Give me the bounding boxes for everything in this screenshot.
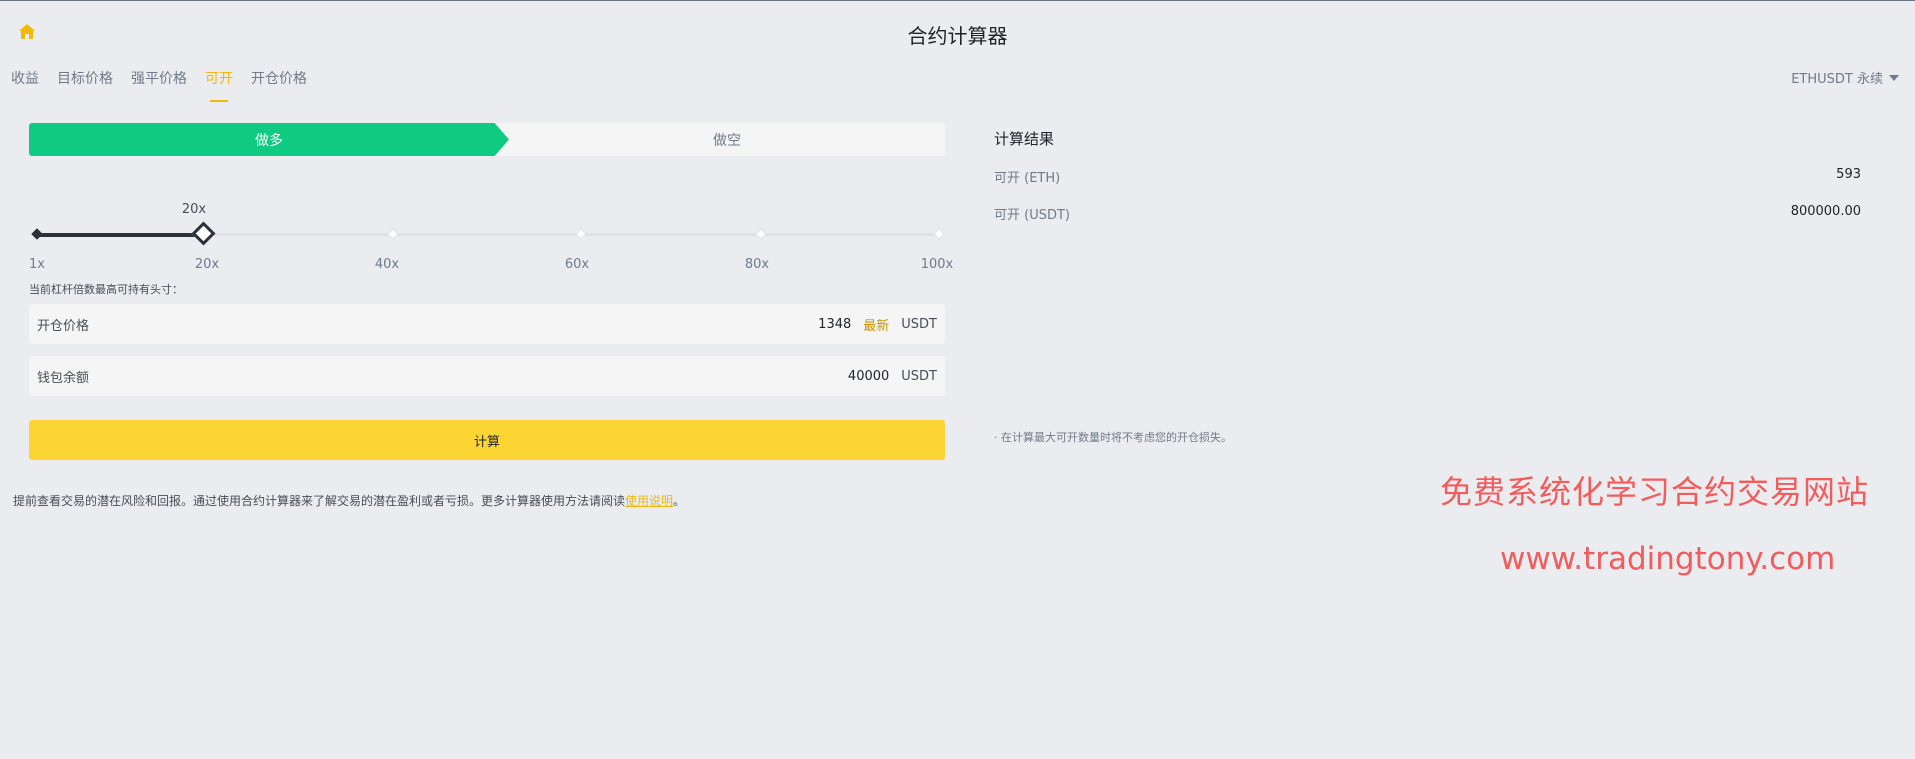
watermark-text: 免费系统化学习合约交易网站 (1440, 473, 1870, 511)
watermark-url: www.tradingtony.com (1500, 541, 1836, 577)
slider-tick[interactable] (387, 228, 399, 240)
contract-selector[interactable]: ETHUSDT 永续 (1791, 68, 1899, 87)
open-price-value[interactable]: 1348 (818, 317, 851, 332)
tick-label: 100x (920, 257, 954, 272)
wallet-balance-unit: USDT (901, 368, 937, 384)
calculate-button[interactable]: 计算 (29, 420, 945, 460)
tab-pnl[interactable]: 收益 (11, 68, 39, 96)
result-label: 可开 (USDT) (994, 208, 1070, 223)
caret-down-icon (1889, 74, 1899, 81)
slider-tick[interactable] (575, 228, 587, 240)
usage-guide-link[interactable]: 使用说明 (625, 494, 673, 508)
tab-liquidation-price[interactable]: 强平价格 (131, 68, 187, 96)
calculator-form: 做多 做空 20x 1x 20x 40x 60x 80x 100x 当前杠杆倍数… (29, 123, 953, 460)
slider-tick[interactable] (31, 228, 43, 240)
tick-label: 60x (564, 257, 590, 272)
result-row: 可开 (ETH) 593 (994, 167, 1861, 186)
long-button[interactable]: 做多 (29, 123, 509, 156)
contract-label: ETHUSDT 永续 (1791, 72, 1883, 87)
tick-label: 20x (194, 257, 220, 272)
slider-handle[interactable] (191, 221, 216, 246)
leverage-current-value: 20x (181, 202, 207, 217)
calculation-hint: · 在计算最大可开数量时将不考虑您的开仓损失。 (994, 431, 1232, 444)
result-row: 可开 (USDT) 800000.00 (994, 204, 1861, 223)
tick-label: 1x (29, 257, 45, 272)
tab-max-open[interactable]: 可开 (205, 68, 233, 96)
slider-tick[interactable] (755, 228, 767, 240)
footer-text: 提前查看交易的潜在风险和回报。通过使用合约计算器来了解交易的潜在盈利或者亏损。更… (13, 494, 626, 508)
results-title: 计算结果 (994, 130, 1055, 148)
wallet-balance-label: 钱包余额 (37, 370, 90, 386)
short-button[interactable]: 做空 (509, 123, 945, 156)
page-title: 合约计算器 (907, 24, 1008, 48)
wallet-balance-value[interactable]: 40000 (848, 369, 889, 384)
tab-open-price[interactable]: 开仓价格 (251, 68, 307, 96)
tick-label: 40x (374, 257, 400, 272)
max-position-label: 当前杠杆倍数最高可持有头寸： (29, 283, 183, 296)
latest-price-button[interactable]: 最新 (863, 315, 889, 334)
open-price-field[interactable]: 开仓价格 1348 最新 USDT (29, 304, 945, 344)
direction-toggle: 做多 做空 (29, 123, 945, 156)
wallet-balance-field[interactable]: 钱包余额 40000 USDT (29, 356, 945, 396)
tab-target-price[interactable]: 目标价格 (57, 68, 113, 96)
leverage-slider[interactable]: 20x 1x 20x 40x 60x 80x 100x 当前杠杆倍数最高可持有头… (29, 156, 953, 316)
slider-tick[interactable] (933, 228, 945, 240)
result-value: 593 (1836, 167, 1861, 182)
result-value: 800000.00 (1790, 204, 1861, 219)
footer-note: 提前查看交易的潜在风险和回报。通过使用合约计算器来了解交易的潜在盈利或者亏损。更… (13, 492, 685, 509)
footer-suffix: 。 (673, 494, 686, 508)
result-label: 可开 (ETH) (994, 171, 1061, 186)
results-panel: 计算结果 可开 (ETH) 593 可开 (USDT) 800000.00 (994, 123, 1861, 223)
slider-track-fill (37, 233, 203, 237)
open-price-label: 开仓价格 (37, 318, 90, 334)
tick-label: 80x (744, 257, 770, 272)
open-price-unit: USDT (901, 316, 937, 332)
calculator-tabs: 收益 目标价格 强平价格 可开 开仓价格 (11, 68, 307, 96)
